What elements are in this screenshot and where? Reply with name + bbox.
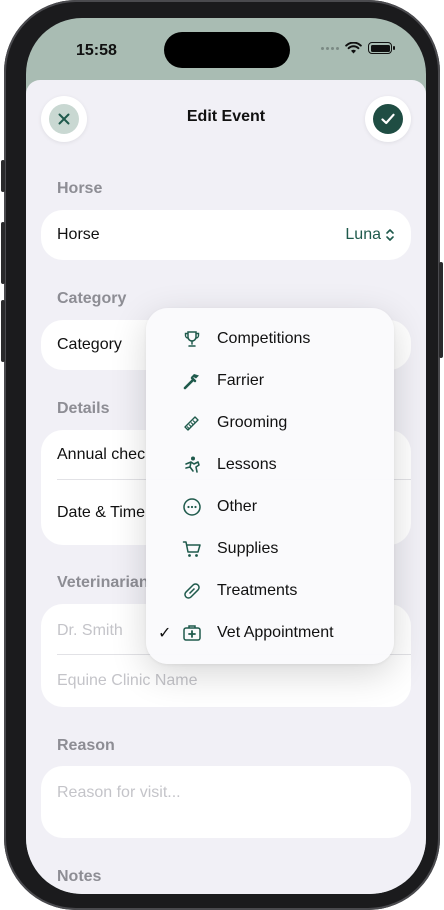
status-time: 15:58 [76, 42, 117, 59]
horse-row-label: Horse [57, 226, 100, 243]
medical-kit-icon [183, 625, 201, 641]
menu-item-label: Farrier [217, 372, 265, 389]
selected-checkmark-icon: ✓ [158, 625, 172, 642]
vet-name-input[interactable]: Dr. Smith [57, 622, 123, 640]
save-button[interactable] [365, 96, 411, 142]
menu-item-vet-appointment[interactable]: ✓ Vet Appointment [146, 612, 394, 654]
menu-item-label: Vet Appointment [217, 624, 334, 641]
menu-item-lessons[interactable]: Lessons [146, 444, 394, 486]
category-menu: Competitions Farrier Grooming Lessons Ot… [146, 308, 394, 664]
horse-picker[interactable]: Luna [345, 226, 395, 244]
menu-item-label: Lessons [217, 456, 277, 473]
clinic-name-input[interactable]: Equine Clinic Name [57, 672, 198, 690]
horse-value: Luna [345, 226, 381, 243]
section-label-details: Details [57, 400, 110, 417]
menu-item-farrier[interactable]: Farrier [146, 360, 394, 402]
dynamic-island [164, 32, 290, 68]
menu-item-competitions[interactable]: Competitions [146, 318, 394, 360]
nav-bar: Edit Event [26, 80, 426, 158]
edit-event-sheet: Edit Event Horse Horse Luna Category Cat… [26, 80, 426, 894]
rider-icon [185, 456, 200, 473]
section-label-horse: Horse [57, 180, 103, 197]
chevron-up-down-icon [386, 229, 394, 241]
volume-up-button [1, 222, 5, 284]
checkmark-icon [381, 113, 395, 125]
horse-card: Horse Luna [41, 210, 411, 260]
power-button [439, 262, 443, 358]
menu-item-label: Grooming [217, 414, 288, 431]
action-button [1, 160, 5, 192]
wifi-icon [345, 42, 362, 54]
ellipsis-circle-icon [183, 498, 201, 516]
section-label-veterinarian: Veterinarian [57, 574, 149, 591]
menu-item-label: Treatments [217, 582, 298, 599]
menu-item-supplies[interactable]: Supplies [146, 528, 394, 570]
menu-item-label: Competitions [217, 330, 311, 347]
pill-icon [184, 583, 200, 599]
section-label-notes: Notes [57, 868, 102, 885]
cellular-signal-icon [321, 46, 339, 50]
screen: 15:58 Edit Event Horse Horse Luna Catego… [26, 18, 426, 894]
menu-item-label: Other [217, 498, 258, 515]
section-label-reason: Reason [57, 737, 115, 754]
menu-item-other[interactable]: Other [146, 486, 394, 528]
menu-item-grooming[interactable]: Grooming [146, 402, 394, 444]
reason-input[interactable]: Reason for visit... [57, 784, 181, 802]
reason-card[interactable]: Reason for visit... [41, 766, 411, 838]
menu-item-label: Supplies [217, 540, 279, 557]
status-bar: 15:58 [26, 18, 426, 80]
phone-frame: 15:58 Edit Event Horse Horse Luna Catego… [1, 0, 443, 910]
menu-item-treatments[interactable]: Treatments [146, 570, 394, 612]
battery-icon [368, 42, 395, 54]
section-label-category: Category [57, 290, 127, 307]
trophy-icon [184, 331, 200, 347]
comb-icon [184, 416, 199, 431]
status-icons [321, 42, 395, 54]
cart-icon [182, 541, 201, 557]
volume-down-button [1, 300, 5, 362]
hammer-icon [183, 374, 199, 390]
